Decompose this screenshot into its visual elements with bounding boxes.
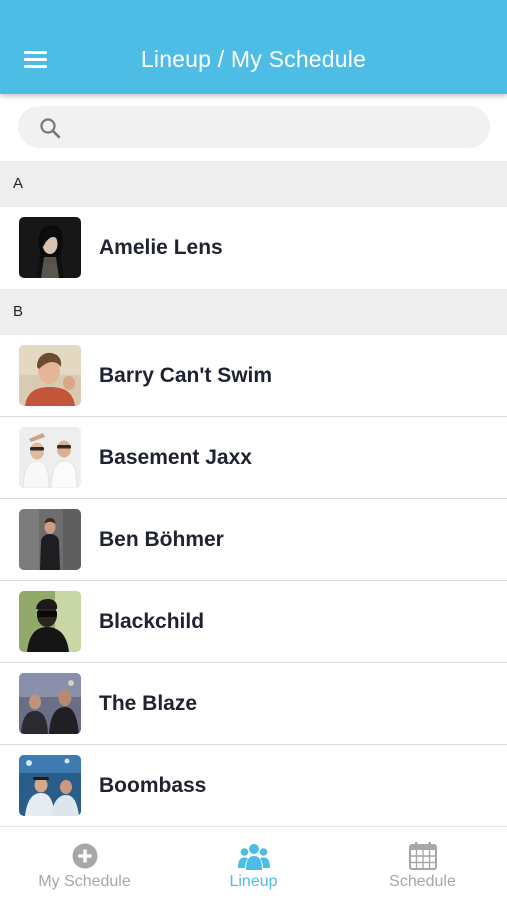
artist-row-ben-bohmer[interactable]: Ben Böhmer xyxy=(0,499,507,581)
artist-row-the-blaze[interactable]: The Blaze xyxy=(0,663,507,745)
artist-name: Basement Jaxx xyxy=(99,446,252,469)
artist-list: A Amelie Lens B Barry Can't Swim Basemen… xyxy=(0,161,507,827)
search-input[interactable] xyxy=(74,106,474,148)
page-title: Lineup / My Schedule xyxy=(140,46,367,72)
artist-photo xyxy=(19,673,81,734)
calendar-icon xyxy=(408,842,437,870)
artist-photo xyxy=(19,217,81,278)
artist-name: The Blaze xyxy=(99,692,198,715)
search-box[interactable] xyxy=(18,106,490,148)
artist-row-blackchild[interactable]: Blackchild xyxy=(0,581,507,663)
app-header: Lineup / My Schedule xyxy=(0,0,507,94)
group-icon xyxy=(237,844,270,870)
tab-my-schedule[interactable]: My Schedule xyxy=(0,827,169,900)
bottom-tab-bar: My Schedule Lineup Schedule xyxy=(0,826,507,900)
section-header-a: A xyxy=(0,161,507,207)
tab-label: Schedule xyxy=(389,873,456,890)
artist-row-amelie-lens[interactable]: Amelie Lens xyxy=(0,207,507,289)
artist-photo xyxy=(19,345,81,406)
artist-photo xyxy=(19,591,81,652)
artist-photo xyxy=(19,755,81,816)
section-header-b: B xyxy=(0,289,507,335)
artist-name: Amelie Lens xyxy=(99,236,223,259)
tab-schedule[interactable]: Schedule xyxy=(338,827,507,900)
tab-label: My Schedule xyxy=(38,873,131,890)
artist-name: Barry Can't Swim xyxy=(99,364,273,387)
artist-photo xyxy=(19,427,81,488)
artist-name: Ben Böhmer xyxy=(99,528,224,551)
artist-row-boombass[interactable]: Boombass xyxy=(0,745,507,827)
artist-row-basement-jaxx[interactable]: Basement Jaxx xyxy=(0,417,507,499)
artist-photo xyxy=(19,509,81,570)
artist-name: Boombass xyxy=(99,774,207,797)
artist-row-barry-cant-swim[interactable]: Barry Can't Swim xyxy=(0,335,507,417)
artist-name: Blackchild xyxy=(99,610,205,633)
search-bar xyxy=(0,94,507,161)
plus-circle-icon xyxy=(72,843,97,869)
search-icon xyxy=(40,118,61,139)
tab-lineup[interactable]: Lineup xyxy=(169,827,338,900)
tab-label: Lineup xyxy=(229,873,278,890)
